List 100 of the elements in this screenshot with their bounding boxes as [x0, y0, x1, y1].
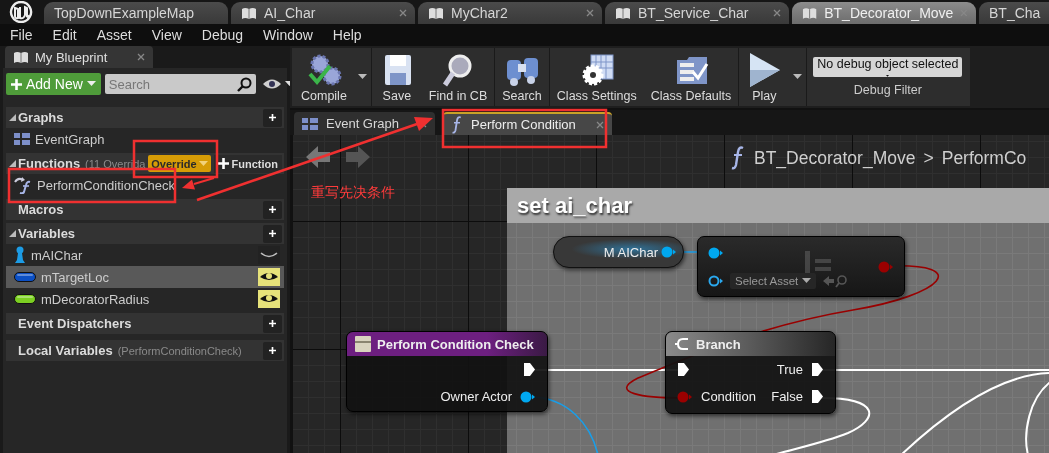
- book-icon: [241, 6, 257, 20]
- section-note: (PerformConditionCheck): [117, 344, 242, 357]
- pin-label: Owner Actor: [440, 389, 512, 404]
- caret-icon: [198, 160, 208, 167]
- close-icon: [137, 53, 145, 61]
- add-button[interactable]: [263, 341, 282, 360]
- graph-tab[interactable]: Perform Condition: [443, 112, 612, 135]
- editor-tab[interactable]: MyChar2: [418, 2, 602, 24]
- editor-tab[interactable]: BT_Cha: [979, 2, 1049, 24]
- section-header[interactable]: Local Variables (PerformConditionCheck): [6, 340, 284, 361]
- plus-icon: [269, 228, 276, 239]
- section-header[interactable]: Graphs: [6, 107, 284, 128]
- node-title: M AIChar: [603, 244, 658, 260]
- close-icon[interactable]: [586, 9, 594, 17]
- asset-dropdown[interactable]: Select Asset: [730, 273, 817, 289]
- pin-label: False: [771, 389, 803, 404]
- node-title: Perform Condition Check: [377, 336, 534, 352]
- caret-icon: [802, 278, 812, 284]
- toolbar-button[interactable]: Compile: [294, 48, 354, 106]
- graph-icon: [302, 117, 318, 130]
- menu-item[interactable]: View: [141, 27, 192, 43]
- plus-icon: [269, 318, 276, 329]
- cast-node[interactable]: Select Asset: [697, 236, 905, 297]
- comment-title: set ai_char: [507, 188, 1049, 223]
- exec-pin[interactable]: [677, 362, 690, 377]
- menu-item[interactable]: Window: [253, 27, 323, 43]
- eye-icon[interactable]: [258, 290, 280, 308]
- plus-icon: [269, 345, 276, 356]
- exec-pin[interactable]: [523, 362, 536, 377]
- add-button[interactable]: [263, 200, 282, 219]
- class-pin[interactable]: [708, 275, 724, 287]
- menu-item[interactable]: File: [0, 27, 43, 43]
- close-icon: [595, 120, 604, 129]
- add-function-button[interactable]: Function: [213, 154, 282, 173]
- menu-item[interactable]: Edit: [42, 27, 87, 43]
- breadcrumb-item[interactable]: PerformCo: [941, 147, 1027, 169]
- add-button[interactable]: [263, 224, 282, 243]
- breadcrumb-separator: >: [923, 147, 934, 169]
- search-icon: [236, 77, 252, 92]
- tree-item[interactable]: mDecoratorRadius: [6, 288, 284, 310]
- exec-pin[interactable]: [811, 389, 824, 404]
- toolbar-button[interactable]: Class Settings: [549, 48, 644, 106]
- tree-item[interactable]: EventGraph: [6, 128, 284, 150]
- editor-tab[interactable]: TopDownExampleMap: [44, 2, 228, 24]
- plus-icon: [217, 158, 229, 169]
- tree-item[interactable]: PerformConditionCheck: [6, 174, 284, 196]
- toolbar-button[interactable]: Play: [739, 48, 790, 106]
- override-function-icon: [14, 176, 32, 194]
- editor-tab[interactable]: BT_Decorator_Move: [792, 2, 976, 24]
- pin-label: Condition: [701, 389, 756, 404]
- object-pin[interactable]: [661, 246, 677, 258]
- menu-item[interactable]: Debug: [191, 27, 254, 43]
- graph-icon: [14, 133, 30, 145]
- caret-icon: [86, 81, 96, 87]
- forward-arrow-icon: [345, 145, 371, 169]
- book-icon: [802, 6, 818, 20]
- menu-item[interactable]: Asset: [86, 27, 142, 43]
- tree-item[interactable]: mAIChar: [6, 244, 284, 266]
- caret-icon: [357, 74, 367, 80]
- variable-node[interactable]: M AIChar: [553, 236, 684, 268]
- exec-pin[interactable]: [811, 362, 824, 377]
- back-arrow-icon: [305, 145, 331, 169]
- debug-filter-dropdown[interactable]: No debug object selected: [813, 57, 963, 77]
- eye-icon: [261, 78, 282, 90]
- object-pin[interactable]: [520, 390, 536, 403]
- node-title: Branch: [696, 336, 741, 352]
- graph-tab[interactable]: Event Graph: [294, 112, 435, 135]
- plus-icon: [269, 204, 276, 215]
- add-button[interactable]: [263, 108, 282, 127]
- close-icon[interactable]: [399, 9, 407, 17]
- plus-icon: [11, 78, 22, 90]
- section-header[interactable]: Variables: [6, 223, 284, 244]
- function-icon: [730, 146, 746, 170]
- override-dropdown[interactable]: Override: [148, 155, 211, 172]
- breadcrumb-item[interactable]: BT_Decorator_Move: [754, 147, 916, 169]
- annotation-text: 重写先决条件: [311, 184, 395, 202]
- event-node[interactable]: Perform Condition Check Owner Actor: [346, 331, 548, 412]
- caret-icon: [793, 74, 803, 80]
- branch-node[interactable]: Branch True Condition False: [665, 331, 836, 414]
- book-icon: [428, 6, 444, 20]
- close-icon[interactable]: [773, 9, 781, 17]
- panel-tab[interactable]: My Blueprint: [5, 46, 153, 68]
- search-field[interactable]: Search: [104, 74, 256, 94]
- toolbar-button[interactable]: Search: [495, 48, 549, 106]
- editor-tab[interactable]: AI_Char: [231, 2, 415, 24]
- eye-icon[interactable]: [258, 268, 280, 286]
- book-icon: [615, 6, 631, 20]
- editor-tab[interactable]: BT_Service_Char: [605, 2, 789, 24]
- function-icon: [451, 115, 463, 134]
- toolbar-button[interactable]: Save: [371, 48, 422, 106]
- book-icon: [13, 50, 29, 64]
- debug-filter-label: Debug Filter: [853, 83, 922, 97]
- toolbar-button[interactable]: Class Defaults: [643, 48, 739, 106]
- toolbar-button[interactable]: Find in CB: [421, 48, 495, 106]
- section-header[interactable]: Macros: [6, 199, 284, 220]
- menu-item[interactable]: Help: [322, 27, 372, 43]
- add-button[interactable]: [263, 314, 282, 333]
- section-header[interactable]: Event Dispatchers: [6, 313, 284, 334]
- tree-item[interactable]: mTargetLoc: [6, 266, 284, 288]
- object-pin[interactable]: [708, 247, 724, 259]
